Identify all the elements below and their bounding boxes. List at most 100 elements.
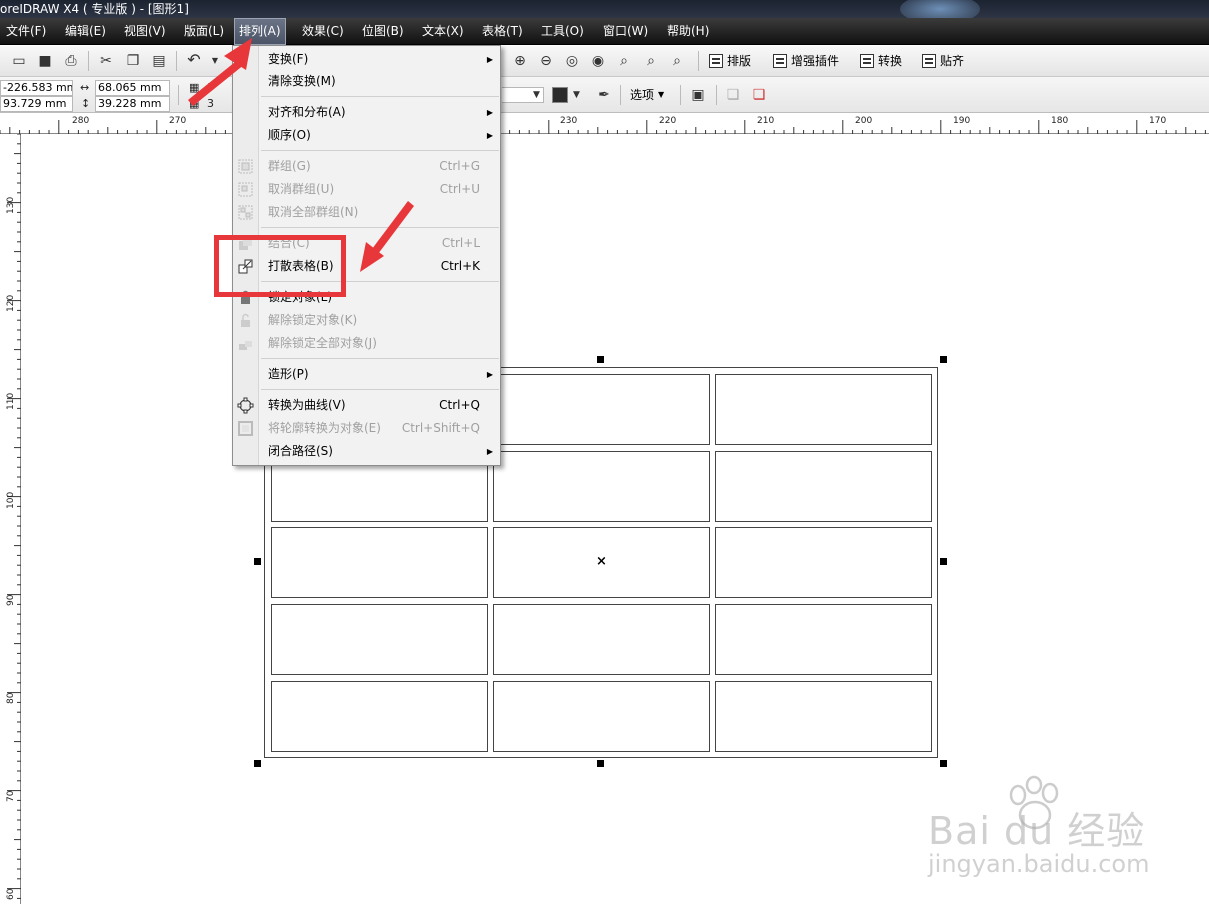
ruler-label: 70: [6, 790, 16, 802]
zoom-all-icon[interactable]: ◉: [589, 52, 607, 70]
table-cell[interactable]: [493, 681, 710, 752]
to-front-icon[interactable]: ❏: [724, 86, 742, 104]
table-cell[interactable]: [715, 604, 932, 675]
menu-file[interactable]: 文件(F): [6, 18, 46, 45]
rows-value[interactable]: 3: [207, 96, 214, 112]
zoom-width-icon[interactable]: ⌕: [642, 52, 660, 70]
snap-button-label: 贴齐: [940, 54, 965, 68]
height-field[interactable]: 39.228 mm: [95, 96, 170, 112]
menu-item-ungroup[interactable]: 取消群组(U) Ctrl+U: [233, 178, 500, 201]
table-cell[interactable]: [715, 451, 932, 522]
menu-view[interactable]: 视图(V): [124, 18, 166, 45]
ruler-label: 100: [6, 491, 16, 509]
pen-icon[interactable]: ✒: [595, 86, 613, 104]
table-cell[interactable]: [493, 604, 710, 675]
zoom-selected-icon[interactable]: ◎: [563, 52, 581, 70]
menu-item-group[interactable]: 群组(G) Ctrl+G: [233, 155, 500, 178]
menu-item-convert-to-curves[interactable]: 转换为曲线(V) Ctrl+Q: [233, 394, 500, 417]
menu-bitmaps[interactable]: 位图(B): [362, 18, 404, 45]
menu-item-outline-to-object[interactable]: 将轮廓转换为对象(E) Ctrl+Shift+Q: [233, 417, 500, 440]
undo-dropdown-icon[interactable]: ▼: [206, 52, 224, 70]
save-icon[interactable]: ■: [36, 52, 54, 70]
menu-item-ungroup-all[interactable]: 取消全部群组(N): [233, 201, 500, 224]
layout-button[interactable]: 排版: [709, 52, 751, 70]
outline-color-swatch[interactable]: [552, 87, 568, 103]
menu-help[interactable]: 帮助(H): [667, 18, 709, 45]
selection-handle[interactable]: [940, 760, 947, 767]
chevron-down-icon: ▼: [658, 90, 665, 99]
menu-text[interactable]: 文本(X): [422, 18, 464, 45]
chevron-down-icon[interactable]: ▼: [533, 87, 540, 103]
table-cell[interactable]: [271, 604, 488, 675]
new-icon[interactable]: ▭: [10, 52, 28, 70]
table-cell[interactable]: [493, 374, 710, 445]
selection-handle[interactable]: [254, 558, 261, 565]
menu-item-unlock-object[interactable]: 解除锁定对象(K): [233, 309, 500, 332]
menu-item-order[interactable]: 顺序(O) ▶: [233, 124, 500, 147]
ungroup-icon: [238, 182, 253, 197]
outline-icon: [238, 421, 253, 436]
print-icon[interactable]: ⎙: [62, 52, 80, 70]
menu-item-close-path[interactable]: 闭合路径(S) ▶: [233, 440, 500, 463]
menu-item-align-distribute[interactable]: 对齐和分布(A) ▶: [233, 101, 500, 124]
menu-item-label: 解除锁定全部对象(J): [268, 336, 377, 350]
chevron-down-icon[interactable]: ▼: [573, 87, 580, 103]
menu-item-label: 顺序(O): [268, 128, 311, 142]
menu-arrange[interactable]: 排列(A): [234, 18, 286, 45]
zoom-page-icon[interactable]: ⌕: [615, 52, 633, 70]
menu-effects[interactable]: 效果(C): [302, 18, 344, 45]
table-cell[interactable]: [271, 681, 488, 752]
horizontal-ruler[interactable]: 280 270 230 220 210 200 190 180 170: [0, 114, 1209, 134]
zoom-out-icon[interactable]: ⊖: [537, 52, 555, 70]
menu-item-unlock-all[interactable]: 解除锁定全部对象(J): [233, 332, 500, 355]
undo-icon[interactable]: ↶: [185, 51, 203, 69]
ruler-label: 200: [855, 116, 873, 126]
menu-edit[interactable]: 编辑(E): [65, 18, 106, 45]
table-cell[interactable]: [493, 451, 710, 522]
selection-handle[interactable]: [597, 760, 604, 767]
to-back-icon[interactable]: ❏: [750, 86, 768, 104]
copy-icon[interactable]: ❐: [124, 52, 142, 70]
width-field[interactable]: 68.065 mm: [95, 80, 170, 96]
vertical-ruler[interactable]: 130 120 110 100 90 80 70 60: [0, 134, 21, 904]
selection-handle[interactable]: [940, 558, 947, 565]
zoom-in-icon[interactable]: ⊕: [511, 52, 529, 70]
window-title: oreIDRAW X4 ( 专业版 ) - [图形1]: [0, 2, 189, 16]
selection-handle[interactable]: [597, 356, 604, 363]
table-cell[interactable]: [715, 527, 932, 598]
wrap-text-icon[interactable]: ▣: [689, 86, 707, 104]
columns-value[interactable]: 3: [207, 80, 214, 96]
height-icon: ↕: [81, 97, 91, 110]
convert-button[interactable]: 转换: [860, 52, 902, 70]
menu-item-shaping[interactable]: 造形(P) ▶: [233, 363, 500, 386]
columns-icon: ▦: [189, 81, 200, 94]
ruler-label: 170: [1149, 116, 1167, 126]
menu-separator: [261, 389, 499, 390]
paste-icon[interactable]: ▤: [150, 52, 168, 70]
y-position-field[interactable]: 93.729 mm: [0, 96, 73, 112]
options-button[interactable]: 选项 ▼: [630, 86, 664, 104]
menu-item-clear-transform[interactable]: 清除变换(M): [233, 70, 500, 93]
menu-window[interactable]: 窗口(W): [603, 18, 648, 45]
menu-bar: 文件(F) 编辑(E) 视图(V) 版面(L) 排列(A) 效果(C) 位图(B…: [0, 18, 1209, 45]
zoom-height-icon[interactable]: ⌕: [668, 52, 686, 70]
plugin-button[interactable]: 增强插件: [773, 52, 839, 70]
x-position-field[interactable]: -226.583 mm: [0, 80, 73, 96]
selection-handle[interactable]: [940, 356, 947, 363]
menu-table[interactable]: 表格(T): [482, 18, 523, 45]
snap-button[interactable]: 贴齐: [922, 52, 964, 70]
rotation-center-icon[interactable]: ×: [596, 555, 607, 568]
table-cell[interactable]: [715, 374, 932, 445]
menu-item-transform[interactable]: 变换(F) ▶: [233, 48, 500, 71]
submenu-arrow-icon: ▶: [486, 447, 493, 456]
menu-separator: [261, 227, 499, 228]
menu-tools[interactable]: 工具(O): [541, 18, 584, 45]
menu-layout[interactable]: 版面(L): [184, 18, 224, 45]
menu-item-shortcut: Ctrl+K: [440, 259, 480, 273]
selection-handle[interactable]: [254, 760, 261, 767]
table-cell[interactable]: [715, 681, 932, 752]
table-cell[interactable]: [271, 527, 488, 598]
cut-icon[interactable]: ✂: [97, 52, 115, 70]
snap-icon: [922, 54, 936, 68]
ruler-label: 220: [659, 116, 677, 126]
